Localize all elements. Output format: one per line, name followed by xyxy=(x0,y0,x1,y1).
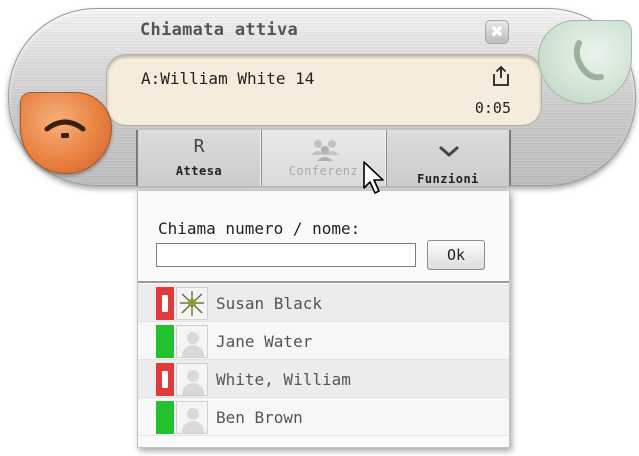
hangup-phone-icon xyxy=(44,119,86,138)
chevron-down-icon xyxy=(439,146,459,157)
call-timer: 0:05 xyxy=(474,99,511,117)
hold-label: Attesa xyxy=(175,164,223,178)
contact-row[interactable]: Jane Water xyxy=(138,322,509,360)
call-toolbar: R Attesa Conferenz Funzioni xyxy=(136,130,511,186)
contact-name: White, William xyxy=(216,370,351,389)
contact-row[interactable]: White, William xyxy=(138,360,509,398)
spider-icon xyxy=(180,291,204,316)
hold-glyph: R xyxy=(193,136,205,157)
dial-label: Chiama numero / nome: xyxy=(158,219,361,238)
avatar xyxy=(176,325,208,358)
contact-row[interactable]: Susan Black xyxy=(138,284,509,322)
contact-row[interactable]: Ben Brown xyxy=(138,398,509,436)
user-placeholder-body xyxy=(182,383,204,395)
contact-list: Susan Black Jane Water White, William Be… xyxy=(138,284,509,436)
divider xyxy=(138,281,509,283)
avatar xyxy=(176,287,208,320)
user-placeholder-icon xyxy=(187,408,199,420)
functions-dropdown: Chiama numero / nome: Ok Susan Black Jan… xyxy=(137,190,510,448)
contact-name: Susan Black xyxy=(216,294,322,313)
functions-button[interactable]: Funzioni xyxy=(386,130,511,186)
avatar xyxy=(176,401,208,434)
user-placeholder-icon xyxy=(187,332,199,344)
status-indicator-free xyxy=(156,325,174,358)
share-icon[interactable] xyxy=(491,65,511,87)
hangup-button[interactable] xyxy=(20,92,112,174)
user-placeholder-body xyxy=(182,421,204,433)
conference-icon xyxy=(311,140,339,161)
call-info-box: A:William White 14 0:05 xyxy=(106,54,542,126)
user-placeholder-body xyxy=(182,345,204,357)
hold-button[interactable]: R Attesa xyxy=(136,130,261,186)
answer-phone-icon xyxy=(573,40,604,81)
functions-label: Funzioni xyxy=(417,172,479,186)
user-placeholder-icon xyxy=(187,370,199,382)
mouse-cursor-icon xyxy=(363,161,384,194)
contact-name: Ben Brown xyxy=(216,408,303,427)
dial-number-input[interactable] xyxy=(156,243,416,267)
contact-name: Jane Water xyxy=(216,332,313,351)
caller-name: A:William White 14 xyxy=(141,69,315,88)
status-indicator-free xyxy=(156,401,174,434)
status-indicator-busy xyxy=(156,363,174,396)
close-icon[interactable]: ✖ xyxy=(485,20,509,44)
ok-button[interactable]: Ok xyxy=(427,240,485,270)
status-indicator-busy xyxy=(156,287,174,320)
avatar xyxy=(176,363,208,396)
answer-button[interactable] xyxy=(538,20,632,104)
call-widget-title: Chiamata attiva xyxy=(140,20,299,40)
